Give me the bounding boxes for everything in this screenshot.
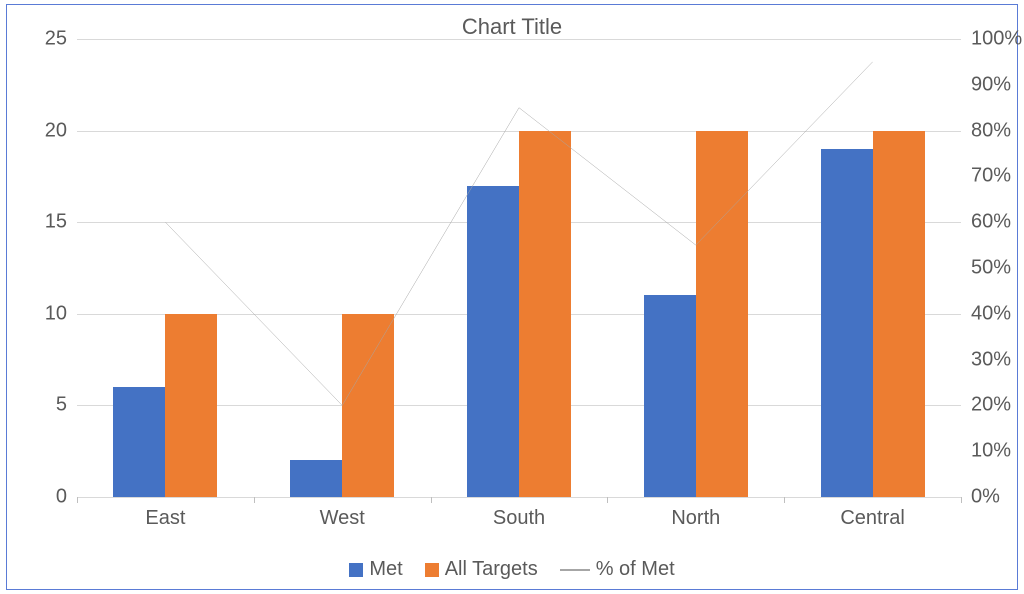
category-label: East: [145, 497, 185, 530]
bar-alltargets: [165, 314, 217, 497]
bar-alltargets: [873, 131, 925, 497]
legend: Met All Targets % of Met: [7, 558, 1017, 581]
y-right-tick: 60%: [961, 211, 1021, 234]
y-left-tick: 15: [17, 211, 77, 234]
y-right-tick: 40%: [961, 302, 1021, 325]
bar-alltargets: [519, 131, 571, 497]
y-right-tick: 100%: [961, 28, 1021, 51]
legend-label: All Targets: [445, 558, 538, 581]
category-label: South: [493, 497, 545, 530]
category-label: West: [320, 497, 365, 530]
bar-met: [821, 149, 873, 497]
legend-label: % of Met: [596, 558, 675, 581]
y-left-tick: 10: [17, 302, 77, 325]
y-right-tick: 0%: [961, 486, 1021, 509]
y-right-tick: 80%: [961, 119, 1021, 142]
y-right-tick: 50%: [961, 257, 1021, 280]
bar-met: [113, 387, 165, 497]
y-left-tick: 0: [17, 486, 77, 509]
bar-met: [644, 295, 696, 497]
chart-title: Chart Title: [7, 5, 1017, 40]
y-right-tick: 20%: [961, 394, 1021, 417]
swatch-icon: [425, 563, 439, 577]
swatch-icon: [349, 563, 363, 577]
y-left-tick: 25: [17, 28, 77, 51]
y-left-tick: 5: [17, 394, 77, 417]
bar-met: [467, 186, 519, 497]
bar-met: [290, 460, 342, 497]
line-swatch-icon: [560, 569, 590, 571]
plot-area: 0 5 10 15 20 25 0% 10% 20% 30% 40% 50% 6…: [77, 39, 961, 497]
legend-item-percent-of-met: % of Met: [560, 558, 675, 581]
category-label: North: [671, 497, 720, 530]
y-right-tick: 90%: [961, 73, 1021, 96]
y-left-tick: 20: [17, 119, 77, 142]
bar-alltargets: [696, 131, 748, 497]
chart-frame: Chart Title 0 5 10 15 20 25 0% 10% 20% 3…: [6, 4, 1018, 590]
bar-alltargets: [342, 314, 394, 497]
y-right-tick: 30%: [961, 348, 1021, 371]
category-label: Central: [840, 497, 904, 530]
legend-item-met: Met: [349, 558, 402, 581]
legend-item-alltargets: All Targets: [425, 558, 538, 581]
legend-label: Met: [369, 558, 402, 581]
y-right-tick: 70%: [961, 165, 1021, 188]
y-right-tick: 10%: [961, 440, 1021, 463]
